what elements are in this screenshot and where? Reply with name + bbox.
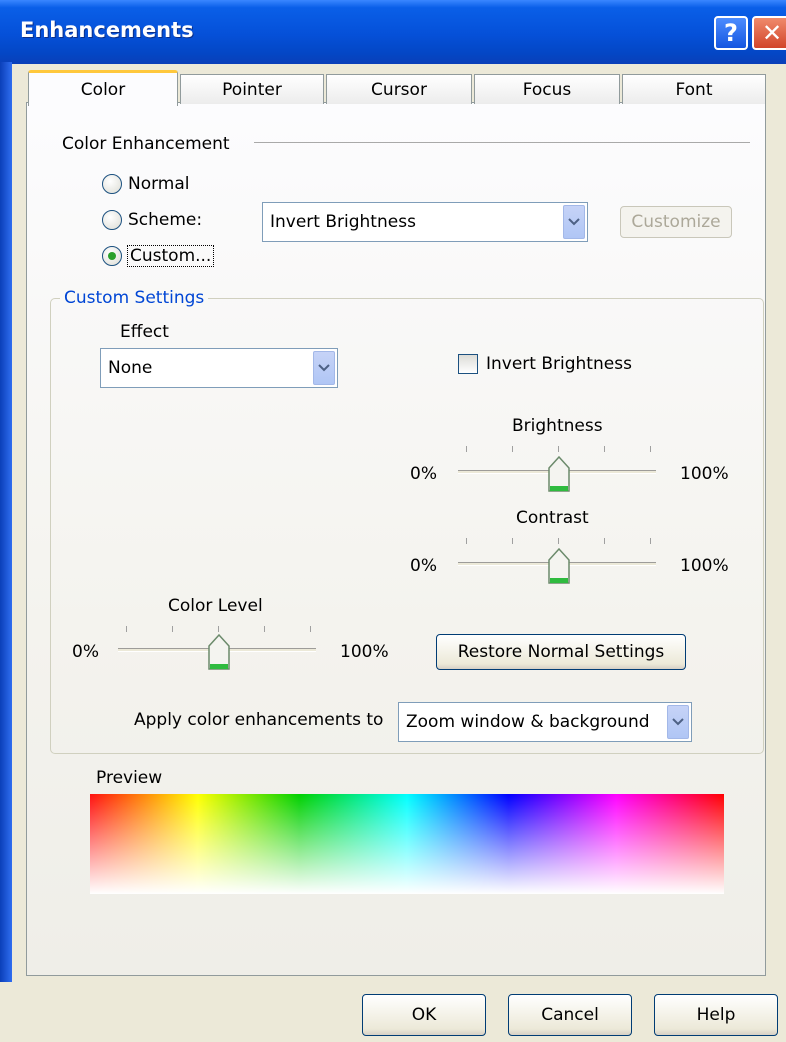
contrast-max-label: 100% — [680, 556, 729, 576]
radio-scheme-label[interactable]: Scheme: — [128, 210, 202, 230]
slider-tick — [558, 446, 559, 452]
invert-brightness-label[interactable]: Invert Brightness — [486, 354, 632, 374]
close-icon[interactable]: ✕ — [752, 16, 786, 50]
color-level-slider-thumb[interactable] — [208, 634, 230, 670]
slider-tick — [512, 446, 513, 452]
slider-tick — [172, 626, 173, 632]
slider-tick — [264, 626, 265, 632]
brightness-min-label: 0% — [410, 464, 437, 484]
cancel-button[interactable]: Cancel — [508, 994, 632, 1036]
tab-focus[interactable]: Focus — [474, 74, 620, 104]
effect-dropdown[interactable]: None — [100, 348, 338, 388]
color-enhancement-heading: Color Enhancement — [62, 134, 230, 154]
apply-enhancements-value: Zoom window & background — [406, 712, 650, 732]
slider-tick — [466, 446, 467, 452]
scheme-dropdown[interactable]: Invert Brightness — [262, 202, 588, 242]
chevron-down-icon[interactable] — [667, 705, 689, 739]
slider-tick — [310, 626, 311, 632]
radio-normal[interactable] — [102, 174, 122, 194]
radio-scheme[interactable] — [102, 210, 122, 230]
title-bar[interactable]: Enhancements ? ✕ — [0, 0, 786, 64]
apply-enhancements-label: Apply color enhancements to — [134, 710, 384, 730]
brightness-slider-thumb[interactable] — [548, 456, 570, 492]
slider-tick — [558, 538, 559, 544]
slider-tick — [604, 538, 605, 544]
radio-normal-label[interactable]: Normal — [128, 174, 190, 194]
slider-tick — [466, 538, 467, 544]
contrast-min-label: 0% — [410, 556, 437, 576]
tab-pointer[interactable]: Pointer — [180, 74, 324, 104]
tab-font[interactable]: Font — [622, 74, 766, 104]
scheme-dropdown-value: Invert Brightness — [270, 212, 416, 232]
color-level-min-label: 0% — [72, 642, 99, 662]
contrast-label: Contrast — [516, 508, 589, 528]
apply-enhancements-dropdown[interactable]: Zoom window & background — [398, 702, 692, 742]
tab-strip: Color Pointer Cursor Focus Font — [28, 70, 768, 106]
chevron-down-icon[interactable] — [313, 351, 335, 385]
contrast-slider-thumb[interactable] — [548, 548, 570, 584]
preview-label: Preview — [96, 768, 163, 788]
slider-tick — [218, 626, 219, 632]
custom-settings-label: Custom Settings — [60, 288, 209, 308]
help-icon[interactable]: ? — [714, 16, 748, 50]
slider-tick — [126, 626, 127, 632]
slider-tick — [650, 538, 651, 544]
color-level-label: Color Level — [168, 596, 263, 616]
window-title: Enhancements — [20, 18, 194, 42]
color-preview-spectrum — [90, 794, 724, 894]
brightness-label: Brightness — [512, 416, 603, 436]
radio-custom[interactable] — [102, 246, 122, 266]
radio-selected-dot — [108, 252, 116, 260]
radio-custom-label[interactable]: Custom... — [126, 245, 215, 267]
window-frame-left — [0, 62, 12, 982]
slider-tick — [512, 538, 513, 544]
tab-cursor[interactable]: Cursor — [326, 74, 472, 104]
help-button[interactable]: Help — [654, 994, 778, 1036]
tab-color[interactable]: Color — [28, 70, 178, 106]
brightness-max-label: 100% — [680, 464, 729, 484]
enhancements-dialog: Enhancements ? ✕ Color Pointer Cursor Fo… — [0, 0, 786, 1042]
ok-button[interactable]: OK — [362, 994, 486, 1036]
customize-button[interactable]: Customize — [620, 206, 732, 238]
color-level-max-label: 100% — [340, 642, 389, 662]
section-divider — [254, 142, 750, 143]
chevron-down-icon[interactable] — [563, 205, 585, 239]
effect-dropdown-value: None — [108, 358, 153, 378]
slider-tick — [604, 446, 605, 452]
invert-brightness-checkbox[interactable] — [458, 354, 478, 374]
slider-tick — [650, 446, 651, 452]
restore-normal-settings-button[interactable]: Restore Normal Settings — [436, 634, 686, 670]
effect-label: Effect — [120, 322, 169, 342]
